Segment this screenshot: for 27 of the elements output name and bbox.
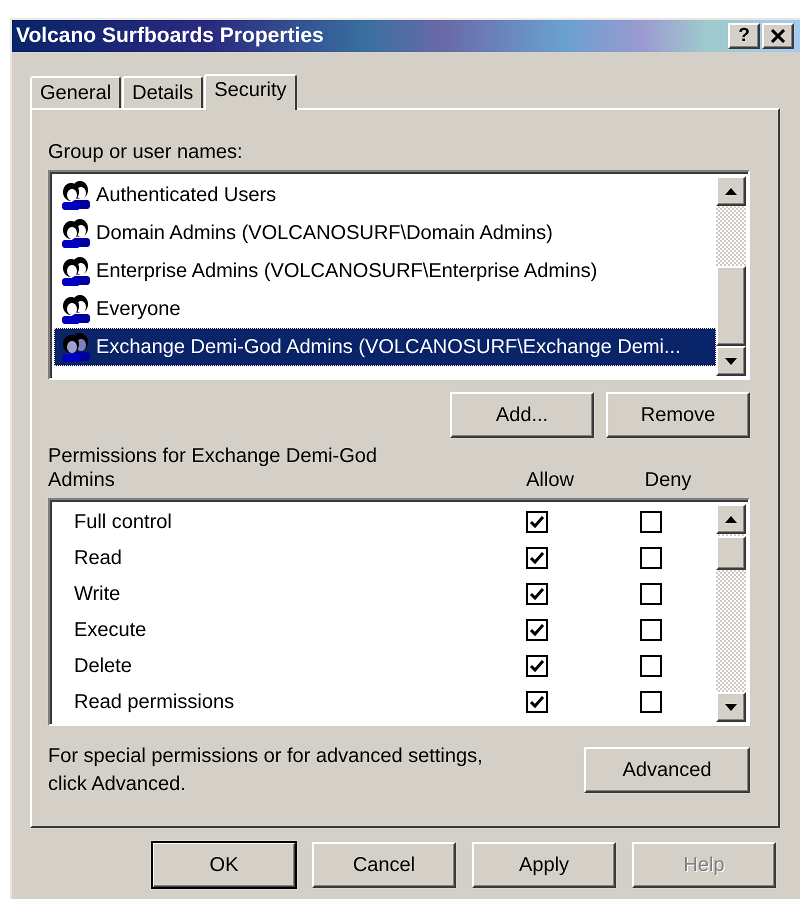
permission-name: Execute (73, 618, 148, 642)
permissions-label: Permissions for Exchange Demi-God Admins (48, 444, 378, 492)
dialog-button[interactable]: Apply (472, 842, 616, 888)
column-header: Allow (525, 469, 575, 492)
remove-button[interactable]: Remove (606, 392, 750, 438)
list-item[interactable]: Authenticated Users (54, 176, 716, 214)
permission-name: Read (73, 546, 123, 570)
help-button[interactable]: ? (728, 23, 760, 49)
tab[interactable]: Details (122, 76, 204, 108)
list-item[interactable]: Domain Admins (VOLCANOSURF\Domain Admins) (54, 214, 716, 252)
tab[interactable]: Security (204, 74, 297, 110)
advanced-hint: For special permissions or for advanced settings, click Advanced. (48, 744, 484, 797)
list-item[interactable]: Exchange Demi-God Admins (VOLCANOSURF\Exchange Demi... (54, 328, 716, 366)
list-label: Group or user names: (48, 140, 244, 164)
dialog-button[interactable]: OK (152, 842, 296, 888)
permission-name: Write (73, 582, 122, 606)
dialog-button[interactable]: Cancel (312, 842, 456, 888)
list-item[interactable]: Everyone (54, 290, 716, 328)
column-header: Deny (644, 469, 692, 492)
tab[interactable]: General (30, 76, 122, 108)
permission-name: Full control (73, 510, 173, 534)
advanced-button[interactable]: Advanced (584, 747, 750, 793)
permission-name: Delete (73, 654, 133, 678)
window-title: Volcano Surfboards Properties (16, 24, 325, 48)
permission-name: Read permissions (73, 690, 236, 714)
list-item[interactable]: Enterprise Admins (VOLCANOSURF\Enterprise Admins) (54, 252, 716, 290)
add-button[interactable]: Add... (450, 392, 594, 438)
